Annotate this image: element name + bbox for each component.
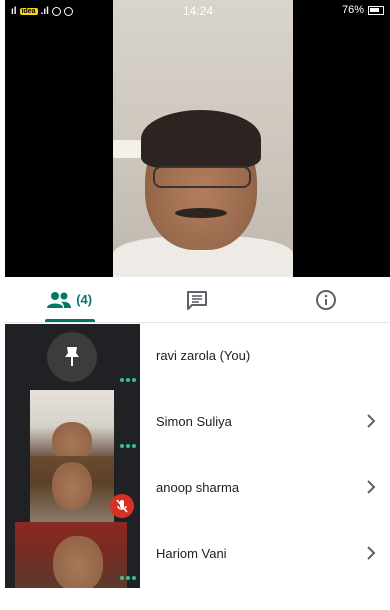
participant-thumbnail: [5, 456, 140, 522]
tab-people[interactable]: (4): [5, 277, 133, 322]
chevron-right-icon[interactable]: [364, 544, 378, 562]
bottom-spacer: [5, 590, 390, 610]
participant-row[interactable]: anoop sharma: [5, 456, 390, 522]
signal-2-icon: .ıl: [40, 5, 49, 17]
speaking-indicator-icon: [120, 378, 136, 382]
participant-face: [53, 536, 103, 588]
participant-face: [52, 462, 92, 510]
participant-name: anoop sharma: [156, 480, 240, 495]
speaking-indicator-icon: [120, 576, 136, 580]
battery-icon: [368, 5, 384, 15]
battery-percent: 76%: [341, 4, 364, 16]
status-left: ıl idea .ıl: [11, 6, 73, 17]
participant-row[interactable]: Hariom Vani: [5, 522, 390, 588]
clock: 14:24: [183, 4, 214, 18]
data-saver-icon: [51, 6, 61, 16]
participant-video: [30, 390, 114, 456]
tab-bar: (4): [5, 277, 390, 323]
participant-name: Simon Suliya: [156, 414, 232, 429]
sync-icon: [63, 6, 73, 16]
participant-row[interactable]: Simon Suliya: [5, 390, 390, 456]
tab-info[interactable]: [262, 277, 390, 322]
speaker-hair: [141, 110, 261, 168]
mic-off-icon: [110, 494, 134, 518]
carrier-label: idea: [19, 7, 38, 15]
speaker-mustache: [175, 208, 227, 218]
participant-video: [15, 522, 127, 588]
status-bar: ıl idea .ıl 14:24 76%: [5, 0, 390, 22]
status-right: 76%: [342, 4, 384, 16]
participant-name: Hariom Vani: [156, 546, 227, 561]
chevron-right-icon[interactable]: [364, 478, 378, 496]
signal-icon: ıl: [11, 5, 17, 17]
people-icon: [47, 291, 72, 308]
participant-thumbnail: [5, 324, 140, 390]
participant-video: [30, 456, 114, 522]
speaking-indicator-icon: [120, 444, 136, 448]
info-icon: [315, 289, 336, 310]
participant-name: ravi zarola (You): [156, 348, 251, 363]
chevron-right-icon[interactable]: [364, 412, 378, 430]
participant-row[interactable]: ravi zarola (You): [5, 324, 390, 390]
participant-face: [52, 422, 92, 456]
participant-list: ravi zarola (You) Simon Suliya anoop sha…: [5, 324, 390, 590]
speaker-video-feed: [113, 0, 293, 277]
participant-count: (4): [76, 292, 93, 307]
tab-chat[interactable]: [133, 277, 261, 322]
pin-icon: [65, 347, 79, 366]
speaker-glasses: [153, 166, 251, 188]
main-video[interactable]: [5, 0, 390, 277]
chat-icon: [187, 290, 208, 310]
participant-thumbnail: [5, 522, 140, 588]
participant-thumbnail: [5, 390, 140, 456]
avatar: [47, 332, 97, 382]
